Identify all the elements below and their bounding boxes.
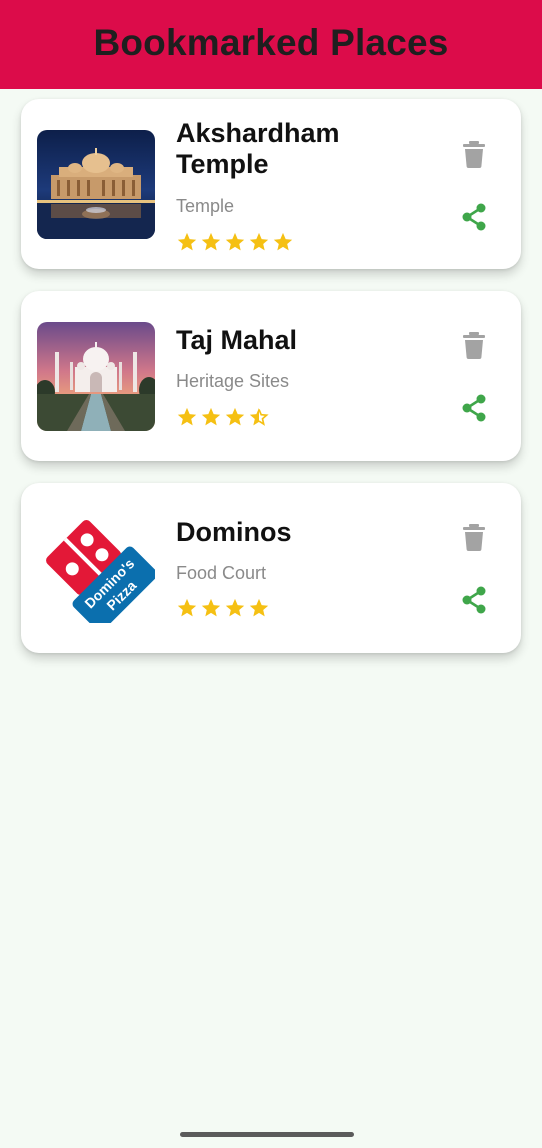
share-button[interactable] xyxy=(456,390,492,426)
gesture-nav-handle[interactable] xyxy=(180,1132,354,1137)
trash-icon xyxy=(463,141,485,168)
star-icon xyxy=(176,406,198,428)
star-icon xyxy=(176,231,198,253)
star-icon xyxy=(224,597,246,619)
place-card-taj-mahal[interactable]: Taj Mahal Heritage Sites xyxy=(21,291,521,461)
rating-stars xyxy=(176,406,270,428)
delete-button[interactable] xyxy=(456,136,492,172)
share-button[interactable] xyxy=(456,582,492,618)
place-category: Temple xyxy=(176,196,235,216)
place-thumbnail[interactable]: Domino's Pizza xyxy=(37,514,155,623)
share-icon xyxy=(462,586,486,614)
share-button[interactable] xyxy=(456,199,492,235)
rating-stars xyxy=(176,231,294,253)
star-icon xyxy=(248,231,270,253)
share-icon xyxy=(462,203,486,231)
delete-button[interactable] xyxy=(456,327,492,363)
star-icon xyxy=(200,231,222,253)
share-icon xyxy=(462,394,486,422)
place-category: Food Court xyxy=(176,563,267,583)
star-icon xyxy=(224,406,246,428)
place-name: Dominos xyxy=(176,517,292,547)
place-name: Taj Mahal xyxy=(176,325,298,355)
place-thumbnail[interactable] xyxy=(37,130,155,239)
app-header: Bookmarked Places xyxy=(0,0,542,89)
place-category: Heritage Sites xyxy=(176,371,290,391)
star-icon xyxy=(224,231,246,253)
place-card-akshardham-temple[interactable]: Akshardham Temple Temple xyxy=(21,99,521,269)
star-icon xyxy=(272,231,294,253)
page-title: Bookmarked Places xyxy=(93,21,449,63)
place-card-dominos[interactable]: Domino's Pizza Dominos Food Court xyxy=(21,483,521,653)
star-icon xyxy=(200,406,222,428)
star-icon xyxy=(200,597,222,619)
place-name: Akshardham Temple xyxy=(176,118,340,179)
star-half-icon xyxy=(248,406,270,428)
trash-icon xyxy=(463,332,485,359)
star-icon xyxy=(176,597,198,619)
star-icon xyxy=(248,597,270,619)
rating-stars xyxy=(176,597,270,619)
trash-icon xyxy=(463,524,485,551)
place-thumbnail[interactable] xyxy=(37,322,155,431)
delete-button[interactable] xyxy=(456,519,492,555)
